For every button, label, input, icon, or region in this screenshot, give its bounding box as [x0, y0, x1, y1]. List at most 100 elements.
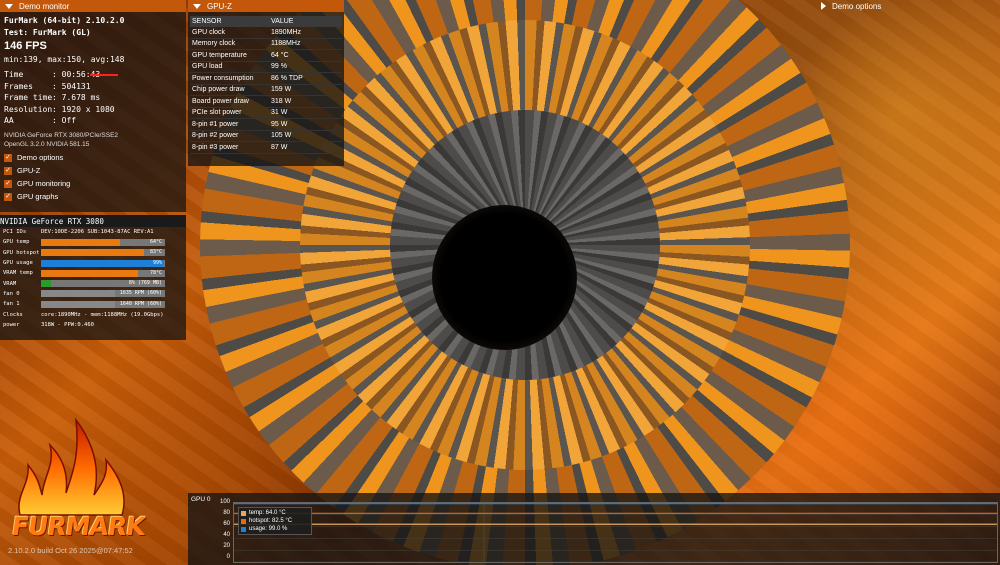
demo-options-header[interactable]: Demo options — [816, 0, 1000, 12]
bar-value: 8% (769 MB) — [128, 280, 162, 287]
sensor-name: 8-pin #1 power — [190, 118, 269, 131]
gpu-monitoring-panel: NVIDIA GeForce RTX 3080 PCI IDs DEV:10DE-… — [0, 215, 186, 340]
gpuz-row: Power consumption 86 % TDP — [190, 72, 342, 85]
demo-monitor-header[interactable]: Demo monitor — [0, 0, 186, 12]
legend-entry: hotspot: 82.5 °C — [241, 517, 309, 525]
test-name: Test: FurMark (GL) — [4, 27, 91, 37]
sensor-value: 1890MHz — [269, 27, 342, 39]
gpuz-row: 8-pin #1 power 95 W — [190, 118, 342, 131]
gpuz-row: 8-pin #2 power 105 W — [190, 130, 342, 142]
monitor-bar-row: GPU temp 64°C — [0, 237, 186, 247]
demo-monitor-panel: FurMark (64-bit) 2.10.2.0 Test: FurMark … — [0, 12, 186, 212]
fps-stats: min:139, max:150, avg:148 — [4, 54, 125, 64]
sensor-value: 99 % — [269, 61, 342, 73]
app-version: FurMark (64-bit) 2.10.2.0 — [4, 16, 125, 25]
chevron-down-icon — [5, 3, 13, 9]
monitor-bar-row: fan 0 1635 RPM (60%) — [0, 289, 186, 299]
gpuz-row: PCIe slot power 31 W — [190, 107, 342, 119]
bar-value: 64°C — [149, 238, 162, 245]
legend-swatch — [241, 510, 246, 516]
progress-fill — [41, 269, 138, 277]
progress-fill — [41, 290, 116, 298]
monitor-bar-row: fan 1 1640 RPM (60%) — [0, 299, 186, 309]
gpuz-row: 8-pin #3 power 87 W — [190, 141, 342, 154]
sensor-value: 86 % TDP — [269, 72, 342, 85]
check-icon: ✓ — [4, 193, 12, 201]
monitor-bar-row: VRAM temp 78°C — [0, 268, 186, 278]
checkbox-gpu-monitoring[interactable]: ✓ GPU monitoring — [0, 178, 186, 191]
clocks-row: Clocks core:1890MHz - mem:1188MHz (19.0Gb… — [3, 311, 164, 318]
graph-title: GPU 0 — [191, 496, 211, 503]
sensor-name: GPU temperature — [190, 49, 269, 62]
check-icon: ✓ — [4, 167, 12, 175]
sensor-name: Chip power draw — [190, 84, 269, 96]
progress-fill — [41, 259, 164, 267]
fur-donut-hole — [432, 205, 577, 350]
sensor-value: 159 W — [269, 84, 342, 96]
gpuz-row: GPU temperature 64 °C — [190, 49, 342, 62]
sensor-value: 105 W — [269, 130, 342, 142]
demo-monitor-title: Demo monitor — [19, 1, 70, 11]
column-header-sensor: SENSOR — [190, 16, 269, 27]
progress-fill — [41, 238, 121, 246]
sensor-name: GPU load — [190, 61, 269, 73]
bar-label: VRAM temp — [3, 270, 33, 277]
chevron-down-icon — [193, 3, 201, 9]
legend-swatch — [241, 518, 246, 524]
gpuz-panel: SENSOR VALUE GPU clock 1890MHz Memory cloc… — [188, 12, 344, 166]
gpuz-row: GPU clock 1890MHz — [190, 27, 342, 39]
gpuz-header[interactable]: GPU-Z — [188, 0, 344, 12]
gpu-graph-plot — [233, 502, 998, 563]
sensor-value: 1188MHz — [269, 38, 342, 50]
sensor-name: PCIe slot power — [190, 107, 269, 119]
opengl-version: OpenGL 3.2.0 NVIDIA 581.15 — [4, 140, 90, 148]
sensor-value: 318 W — [269, 95, 342, 108]
column-header-value: VALUE — [269, 16, 342, 27]
gpu-name: NVIDIA GeForce RTX 3080 — [0, 216, 104, 226]
progress-fill — [41, 280, 51, 288]
checkbox-gpu-graphs[interactable]: ✓ GPU graphs — [0, 191, 186, 204]
monitor-bar-row: VRAM 8% (769 MB) — [0, 278, 186, 288]
bar-label: fan 1 — [3, 301, 20, 308]
graph-legend: temp: 64.0 °C hotspot: 82.5 °C usage: 99.0… — [238, 507, 312, 535]
y-tick-label: 100 — [219, 499, 230, 505]
bar-label: VRAM — [3, 280, 17, 287]
checkbox-demo-options[interactable]: ✓ Demo options — [0, 152, 186, 165]
y-tick-label: 40 — [223, 532, 230, 538]
sensor-name: 8-pin #3 power — [190, 141, 269, 154]
y-tick-label: 80 — [223, 510, 230, 516]
gpuz-title: GPU-Z — [207, 1, 232, 11]
gpu-monitoring-header[interactable]: NVIDIA GeForce RTX 3080 — [0, 215, 186, 227]
progress-bar: 8% (769 MB) — [41, 280, 165, 288]
sensor-name: Board power draw — [190, 95, 269, 108]
gpu-graph-panel: GPU 0 100 80 60 40 20 0 temp: 64.0 °C hotspot:… — [188, 493, 1000, 565]
bar-label: GPU temp — [3, 239, 30, 246]
sensor-value: 87 W — [269, 141, 342, 154]
chevron-right-icon — [821, 2, 826, 10]
bar-label: GPU usage — [3, 260, 33, 267]
bar-label: GPU hotspot — [3, 249, 40, 256]
gpuz-row: Board power draw 318 W — [190, 95, 342, 108]
fps-value: 146 FPS — [4, 40, 47, 52]
build-info: 2.10.2.0 build Oct 26 2025@07:47:52 — [8, 546, 133, 555]
legend-entry: usage: 99.0 % — [241, 525, 309, 533]
bar-value: 1635 RPM (60%) — [119, 290, 162, 297]
monitor-bar-row: GPU hotspot 83°C — [0, 248, 186, 258]
checkbox-gpu-z[interactable]: ✓ GPU-Z — [0, 165, 186, 178]
legend-swatch — [241, 526, 246, 532]
progress-bar: 83°C — [41, 249, 165, 257]
bar-value: 83°C — [149, 249, 162, 256]
time-annotation-line — [90, 74, 118, 76]
demo-options-title: Demo options — [832, 1, 882, 11]
progress-fill — [41, 249, 144, 257]
bar-value: 78°C — [149, 269, 162, 276]
sensor-name: Memory clock — [190, 38, 269, 50]
legend-entry: temp: 64.0 °C — [241, 509, 309, 517]
gpuz-sensor-table: SENSOR VALUE GPU clock 1890MHz Memory cloc… — [190, 16, 342, 154]
monitor-bar-row: GPU usage 99% — [0, 258, 186, 268]
sensor-value: 64 °C — [269, 49, 342, 62]
gpuz-row: Chip power draw 159 W — [190, 84, 342, 96]
sensor-name: Power consumption — [190, 72, 269, 85]
aa-row: AA: Off — [4, 116, 77, 125]
frametime-row: Frame time: 7.678 ms — [4, 93, 101, 102]
